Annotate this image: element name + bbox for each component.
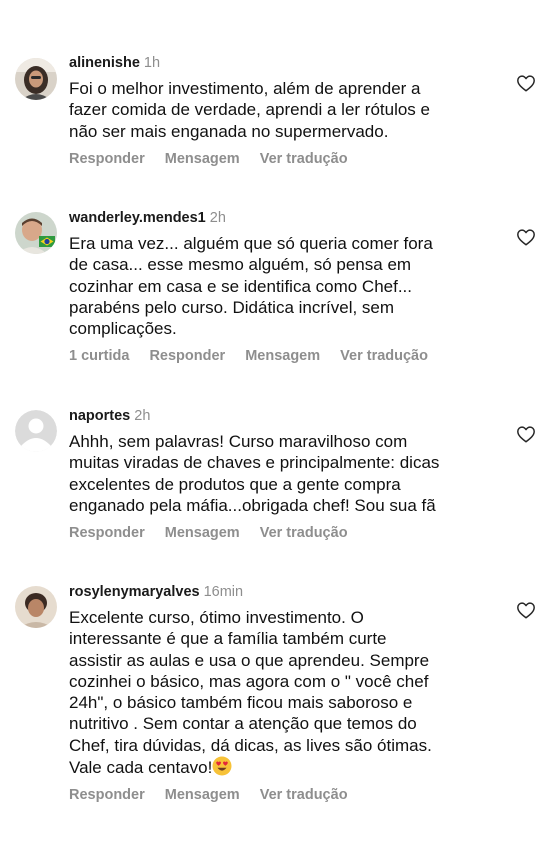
- message-button[interactable]: Mensagem: [165, 151, 240, 167]
- avatar[interactable]: [15, 586, 57, 628]
- comment-meta: naportes 2h: [69, 407, 509, 425]
- username[interactable]: rosylenymaryalves: [69, 584, 200, 600]
- comment-meta: alinenishe 1h: [69, 54, 509, 72]
- see-translation-button[interactable]: Ver tradução: [340, 348, 428, 364]
- reply-button[interactable]: Responder: [149, 348, 225, 364]
- comment-text: Foi o melhor investimento, além de apren…: [69, 79, 430, 141]
- avatar[interactable]: [15, 212, 57, 254]
- comment-body: wanderley.mendes1 2h Era uma vez... algué…: [69, 209, 509, 365]
- message-button[interactable]: Mensagem: [245, 348, 320, 364]
- comment-time: 2h: [134, 408, 151, 424]
- comment-body: alinenishe 1h Foi o melhor investimento, …: [69, 54, 509, 168]
- see-translation-button[interactable]: Ver tradução: [260, 787, 348, 803]
- comment-body: naportes 2h Ahhh, sem palavras! Curso mar…: [69, 407, 509, 542]
- message-button[interactable]: Mensagem: [165, 525, 240, 541]
- comment-actions: Responder Mensagem Ver tradução: [69, 786, 509, 804]
- see-translation-button[interactable]: Ver tradução: [260, 151, 348, 167]
- see-translation-button[interactable]: Ver tradução: [260, 525, 348, 541]
- comment-body: rosylenymaryalves 16min Excelente curso, …: [69, 583, 509, 804]
- comment-meta: rosylenymaryalves 16min: [69, 583, 509, 601]
- comment-text: Era uma vez... alguém que só queria come…: [69, 234, 433, 339]
- comment-text: Ahhh, sem palavras! Curso maravilhoso co…: [69, 432, 440, 515]
- comment-text-content: Excelente curso, ótimo investimento. O i…: [69, 608, 432, 778]
- username[interactable]: wanderley.mendes1: [69, 210, 206, 226]
- heart-outline-icon[interactable]: [516, 425, 536, 443]
- comment-text: Excelente curso, ótimo investimento. O i…: [69, 607, 509, 778]
- reply-button[interactable]: Responder: [69, 525, 145, 541]
- message-button[interactable]: Mensagem: [165, 787, 240, 803]
- heart-outline-icon[interactable]: [516, 601, 536, 619]
- comment-time: 1h: [143, 55, 161, 71]
- comment-actions: Responder Mensagem Ver tradução: [69, 524, 509, 542]
- comment-time: 16min: [203, 584, 244, 600]
- username[interactable]: naportes: [69, 408, 130, 424]
- comment-actions: 1 curtida Responder Mensagem Ver tradução: [69, 347, 509, 365]
- reply-button[interactable]: Responder: [69, 151, 145, 167]
- comment-time: 2h: [209, 210, 226, 226]
- reply-button[interactable]: Responder: [69, 787, 145, 803]
- comment-actions: Responder Mensagem Ver tradução: [69, 150, 509, 168]
- comment-meta: wanderley.mendes1 2h: [69, 209, 509, 227]
- heart-outline-icon[interactable]: [516, 228, 536, 246]
- likes-count[interactable]: 1 curtida: [69, 348, 129, 364]
- username[interactable]: alinenishe: [69, 55, 140, 71]
- heart-eyes-emoji: [212, 756, 232, 776]
- heart-outline-icon[interactable]: [516, 74, 536, 92]
- avatar[interactable]: [15, 58, 57, 100]
- default-profile-icon[interactable]: [15, 410, 57, 452]
